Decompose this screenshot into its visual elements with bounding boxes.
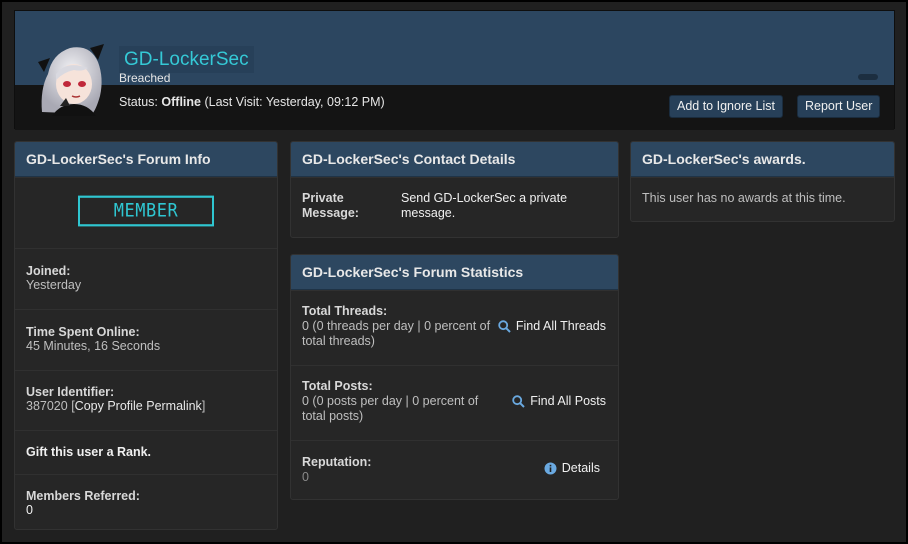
time-online-value: 45 Minutes, 16 Seconds — [26, 339, 161, 353]
find-all-posts-link[interactable]: Find All Posts — [512, 394, 606, 409]
report-user-button[interactable]: Report User — [797, 95, 881, 118]
reputation-details-label: Details — [561, 461, 600, 475]
last-visit: (Last Visit: Yesterday, 09:12 PM) — [204, 95, 385, 109]
reputation-row: Reputation: 0 Details — [291, 440, 618, 499]
forum-info-title: GD-LockerSec's Forum Info — [15, 142, 277, 177]
status-label: Status: — [119, 95, 158, 109]
find-all-threads-link[interactable]: Find All Threads — [498, 319, 606, 334]
user-identifier-label: User Identifier: — [26, 385, 115, 399]
total-posts-label: Total Posts: — [302, 379, 373, 393]
user-id: 387020 — [26, 399, 68, 413]
awards-title: GD-LockerSec's awards. — [631, 142, 894, 177]
total-threads-line2: total threads) — [302, 334, 375, 348]
total-posts-line2: total posts) — [302, 409, 364, 423]
forum-info-panel: GD-LockerSec's Forum Info MEMBER Joined:… — [14, 141, 278, 530]
awards-row: This user has no awards at this time. — [631, 177, 894, 221]
search-icon — [512, 395, 525, 408]
private-message-label-line2: Message: — [302, 206, 359, 220]
contact-details-title: GD-LockerSec's Contact Details — [291, 142, 618, 177]
joined-label: Joined: — [26, 264, 71, 278]
members-referred-row: Members Referred: 0 — [15, 474, 277, 529]
time-online-row: Time Spent Online: 45 Minutes, 16 Second… — [15, 309, 277, 370]
forum-statistics-title: GD-LockerSec's Forum Statistics — [291, 255, 618, 290]
copy-permalink-link[interactable]: Copy Profile Permalink — [75, 399, 202, 413]
rank-badge: MEMBER — [78, 195, 214, 227]
find-all-posts-label: Find All Posts — [530, 394, 606, 408]
private-message-row: Private Message: Send GD-LockerSec a pri… — [291, 177, 618, 237]
forum-statistics-panel: GD-LockerSec's Forum Statistics Total Th… — [290, 254, 619, 500]
status-line: Status: Offline (Last Visit: Yesterday, … — [119, 95, 385, 109]
awards-panel: GD-LockerSec's awards. This user has no … — [630, 141, 895, 222]
info-icon — [544, 462, 557, 475]
private-message-label: Private Message: — [302, 191, 359, 221]
total-threads-label: Total Threads: — [302, 304, 388, 318]
joined-row: Joined: Yesterday — [15, 248, 277, 309]
profile-header: GD-LockerSec Breached Status: Offline (L… — [14, 10, 895, 130]
banner-indicator — [858, 74, 878, 80]
reputation-details-link[interactable]: Details — [544, 461, 600, 476]
contact-details-panel: GD-LockerSec's Contact Details Private M… — [290, 141, 619, 238]
send-private-message-link[interactable]: Send GD-LockerSec a private message. — [401, 191, 567, 221]
status-value: Offline — [161, 95, 201, 109]
private-message-label-line1: Private — [302, 191, 344, 205]
profile-username: GD-LockerSec — [119, 46, 254, 73]
search-icon — [498, 320, 511, 333]
total-threads-row: Total Threads: 0 (0 threads per day | 0 … — [291, 290, 618, 365]
rank-row: MEMBER — [15, 177, 277, 248]
time-online-label: Time Spent Online: — [26, 325, 140, 339]
user-title: Breached — [119, 71, 171, 85]
members-referred-value: 0 — [26, 503, 33, 517]
find-all-threads-label: Find All Threads — [515, 319, 606, 333]
user-identifier-row: User Identifier: 387020 [Copy Profile Pe… — [15, 370, 277, 430]
members-referred-label: Members Referred: — [26, 489, 140, 503]
user-avatar[interactable] — [30, 34, 112, 116]
joined-value: Yesterday — [26, 278, 82, 292]
add-to-ignore-button[interactable]: Add to Ignore List — [669, 95, 783, 118]
send-pm-line1: Send GD-LockerSec a private — [401, 191, 568, 205]
send-pm-line2: message. — [401, 206, 456, 220]
gift-rank-row: Gift this user a Rank. — [15, 430, 277, 474]
gift-rank-link[interactable]: Gift this user a Rank. — [26, 445, 266, 459]
total-posts-row: Total Posts: 0 (0 posts per day | 0 perc… — [291, 365, 618, 440]
user-identifier-value: 387020 [Copy Profile Permalink] — [26, 399, 206, 413]
no-awards-text: This user has no awards at this time. — [642, 191, 846, 205]
